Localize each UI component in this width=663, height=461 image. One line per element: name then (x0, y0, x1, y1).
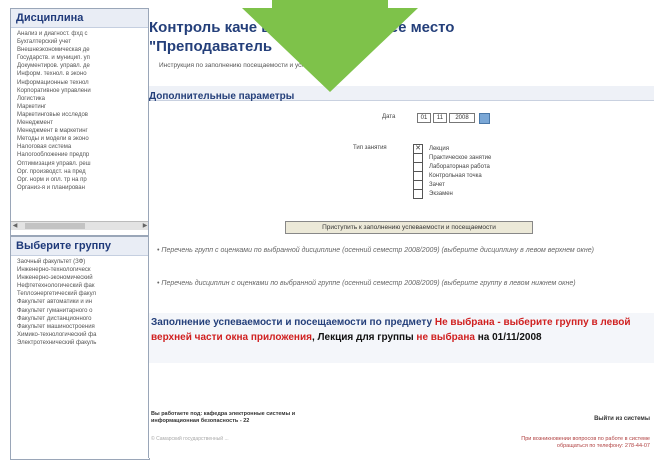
discipline-item[interactable]: Методы и модели в эконо (17, 135, 143, 143)
group-item[interactable]: Факультет дистанционного (17, 315, 143, 323)
support-line1: При возникновении вопросов по работе в с… (521, 436, 650, 442)
lesson-type-option-label: Лекция (429, 145, 449, 152)
logout-link[interactable]: Выйти из системы (594, 416, 650, 422)
group-item[interactable]: Факультет автоматики и ин (17, 298, 143, 306)
group-item[interactable]: Заочный факультет (ЗФ) (17, 258, 143, 266)
start-fill-button[interactable]: Приступить к заполнению успеваемости и п… (285, 221, 533, 234)
calendar-icon[interactable] (479, 113, 490, 124)
user-info-line2: информационная безопасность - 22 (151, 418, 250, 424)
groups-list: Заочный факультет (ЗФ) Инженерно-технолог… (11, 256, 149, 349)
support-line2: обращаться по телефону: 278-44-07 (556, 443, 650, 449)
groups-title: Выберите группу (11, 237, 149, 256)
disciplines-scrollbar[interactable]: ◀ ▶ (11, 221, 149, 230)
lesson-type-option[interactable]: Контрольная точка (413, 170, 491, 181)
discipline-item[interactable]: Организ-я и планирован (17, 184, 143, 192)
group-item[interactable]: Инженерно-технологическ (17, 266, 143, 274)
user-info-line1: Вы работаете под: кафедра электронные си… (151, 411, 296, 417)
lesson-type-option[interactable]: Экзамен (413, 188, 491, 199)
fill-text-1: Заполнение успеваемости и посещаемости п… (151, 317, 435, 328)
lesson-type-option-label: Зачет (429, 181, 445, 188)
scroll-left-icon[interactable]: ◀ (11, 222, 19, 230)
copyright: © Самарский государственный ... (151, 436, 229, 442)
date-month-field[interactable]: 11 (433, 113, 447, 123)
group-item[interactable]: Химико-технологический фа (17, 331, 143, 339)
discipline-item[interactable]: Анализ и диагност. фхд с (17, 30, 143, 38)
lesson-type-option[interactable]: ✕ Лекция (413, 143, 491, 154)
discipline-item[interactable]: Корпоративное управлени (17, 87, 143, 95)
discipline-item[interactable]: Оптимизация управл. реш (17, 160, 143, 168)
discipline-item[interactable]: Орг. производст. на пред (17, 168, 143, 176)
discipline-item[interactable]: Бухгалтерский учет (17, 38, 143, 46)
fill-text-3: на 01/11/2008 (474, 332, 542, 343)
group-item[interactable]: Инженерно-экономический (17, 274, 143, 282)
fill-text-2: , Лекция для группы (311, 332, 417, 343)
date-day-field[interactable]: 01 (417, 113, 431, 123)
discipline-item[interactable]: Информ. технол. в эконо (17, 70, 143, 78)
discipline-item[interactable]: Орг. норм и опл. тр на пр (17, 176, 143, 184)
lesson-type-option[interactable]: Лабораторная работа (413, 161, 491, 172)
date-year-field[interactable]: 2008 (449, 113, 475, 123)
fill-status-text: Заполнение успеваемости и посещаемости п… (149, 313, 654, 345)
lesson-type-options: ✕ Лекция Практическое занятие Лабораторная … (413, 143, 492, 199)
discipline-item[interactable]: Информационные технол (17, 79, 143, 87)
disciplines-by-group-link[interactable]: • Перечень дисциплин с оценками по выбра… (157, 278, 647, 289)
left-sidebar: Дисциплина Анализ и диагност. фхд с Бухга… (10, 8, 150, 460)
discipline-item[interactable]: Документиров. управл. де (17, 62, 143, 70)
discipline-item[interactable]: Маркетинговые исследов (17, 111, 143, 119)
lesson-type-option-label: Экзамен (429, 190, 453, 197)
groups-by-discipline-link[interactable]: • Перечень групп с оценками по выбранной… (157, 245, 647, 256)
groups-panel: Выберите группу Заочный факультет (ЗФ) Ин… (11, 235, 149, 461)
discipline-item[interactable]: Логистика (17, 95, 143, 103)
disciplines-panel: Дисциплина Анализ и диагност. фхд с Бухга… (11, 9, 149, 230)
user-info: Вы работаете под: кафедра электронные си… (151, 411, 295, 425)
discipline-item[interactable]: Внешнеэкономическая де (17, 46, 143, 54)
lesson-type-option[interactable]: Зачет (413, 179, 491, 190)
lesson-type-option-label: Лабораторная работа (429, 163, 490, 170)
section-title: Дополнительные параметры (149, 91, 295, 102)
group-item[interactable]: Факультет гуманитарного о (17, 307, 143, 315)
group-item[interactable]: Теплоэнергетический факул (17, 290, 143, 298)
fill-status-section: Заполнение успеваемости и посещаемости п… (149, 313, 654, 363)
chevron-down-icon (242, 0, 418, 92)
discipline-item[interactable]: Маркетинг (17, 103, 143, 111)
discipline-item[interactable]: Налогообложение предпр (17, 151, 143, 159)
lesson-type-option-label: Контрольная точка (429, 172, 482, 179)
scroll-thumb[interactable] (25, 223, 85, 229)
discipline-item[interactable]: Государств. и муницип. уп (17, 54, 143, 62)
group-item[interactable]: Факультет машиностроения (17, 323, 143, 331)
lesson-type-option-label: Практическое занятие (429, 154, 492, 161)
disciplines-title: Дисциплина (11, 9, 149, 28)
disciplines-list: Анализ и диагност. фхд с Бухгалтерский уч… (11, 28, 149, 194)
discipline-item[interactable]: Менеджмент (17, 119, 143, 127)
lesson-type-option[interactable]: Практическое занятие (413, 152, 492, 163)
group-item[interactable]: Электротехнический факуль (17, 339, 143, 347)
date-label: Дата (382, 114, 396, 120)
discipline-item[interactable]: Налоговая система (17, 143, 143, 151)
lesson-type-label: Тип занятия (353, 145, 387, 151)
support-info: При возникновении вопросов по работе в с… (521, 436, 650, 450)
group-item[interactable]: Нефтетехнологический фак (17, 282, 143, 290)
app-window: Дисциплина Анализ и диагност. фхд с Бухга… (0, 0, 663, 460)
discipline-item[interactable]: Менеджмент в маркетинг (17, 127, 143, 135)
fill-group-not-selected: не выбрана (416, 332, 475, 343)
lesson-type-checkbox[interactable] (413, 188, 423, 199)
